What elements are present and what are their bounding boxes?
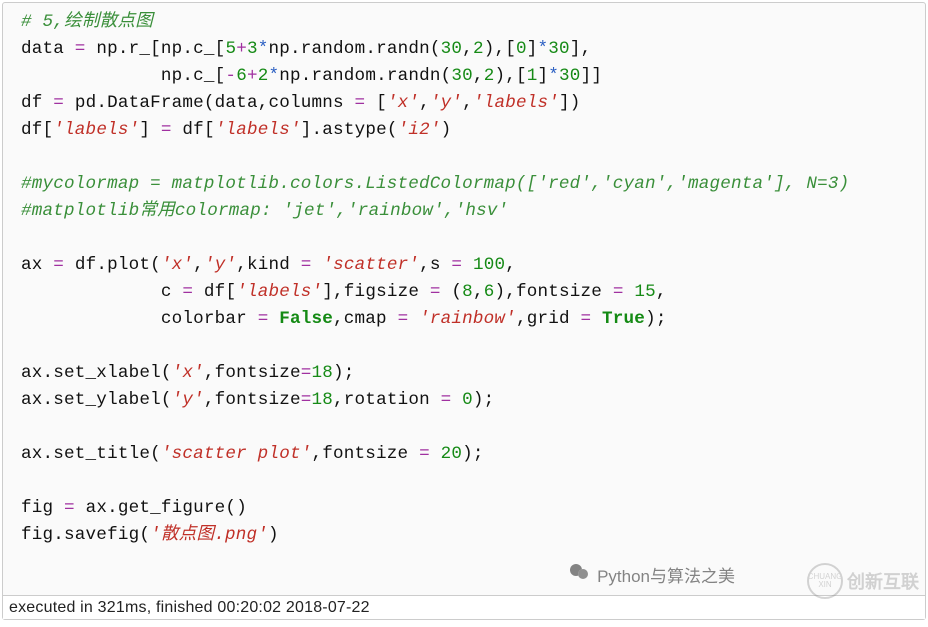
comment-line: #mycolormap = matplotlib.colors.ListedCo…: [21, 174, 849, 194]
logo-icon: CHUANGXIN: [807, 563, 843, 599]
comment-line: #matplotlib常用colormap: 'jet','rainbow','…: [21, 201, 508, 221]
wechat-label: Python与算法之美: [597, 562, 735, 587]
execution-status: executed in 321ms, finished 00:20:02 201…: [3, 595, 925, 619]
logo-text: 创新互联: [847, 568, 919, 594]
code-cell: # 5,绘制散点图 data = np.r_[np.c_[5+3*np.rand…: [2, 2, 926, 620]
code-block: # 5,绘制散点图 data = np.r_[np.c_[5+3*np.rand…: [3, 9, 925, 549]
wechat-watermark: Python与算法之美: [567, 560, 735, 589]
comment-line: # 5,绘制散点图: [21, 12, 153, 32]
logo-watermark: CHUANGXIN 创新互联: [807, 563, 919, 599]
wechat-icon: [567, 560, 591, 589]
